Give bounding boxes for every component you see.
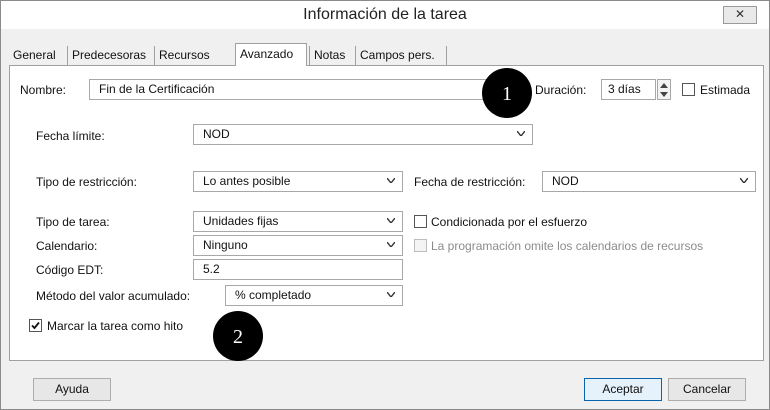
tab-notes[interactable]: Notas [309,46,355,65]
task-type-select[interactable]: Unidades fijas [193,211,403,232]
effort-driven-checkbox[interactable] [414,215,427,228]
earned-value-select[interactable]: % completado [225,285,403,306]
window-title: Información de la tarea [303,6,467,23]
deadline-select[interactable]: NOD [193,124,533,145]
tab-custom-fields[interactable]: Campos pers. [355,46,447,65]
estimated-checkbox[interactable] [682,83,695,96]
ignore-resource-calendars-checkbox [414,239,427,252]
checkmark-icon [31,321,40,330]
advanced-panel: Nombre: Fin de la Certificación Duración… [9,65,764,361]
tab-resources[interactable]: Recursos [154,46,218,65]
callout-marker-1: 1 [482,68,532,118]
name-input[interactable]: Fin de la Certificación [89,79,507,100]
constraint-type-value: Lo antes posible [203,174,291,188]
calendar-select[interactable]: Ninguno [193,235,403,256]
calendar-label: Calendario: [36,239,98,253]
chevron-down-icon [387,292,395,297]
wbs-label: Código EDT: [36,263,104,277]
constraint-type-select[interactable]: Lo antes posible [193,171,403,192]
callout-marker-2: 2 [213,311,263,361]
name-label: Nombre: [20,83,67,97]
duration-input[interactable]: 3 días [601,79,656,100]
tab-general[interactable]: General [9,46,67,65]
tab-predecessors[interactable]: Predecesoras [67,46,154,65]
spin-down-icon[interactable] [660,92,668,97]
chevron-down-icon [387,242,395,247]
chevron-down-icon [387,218,395,223]
milestone-label: Marcar la tarea como hito [47,319,184,333]
wbs-input[interactable]: 5.2 [193,259,403,280]
chevron-down-icon [517,131,525,136]
constraint-date-value: NOD [552,174,579,188]
constraint-type-label: Tipo de restricción: [36,175,137,189]
duration-label: Duración: [535,83,587,97]
tab-advanced[interactable]: Avanzado [235,43,307,66]
milestone-checkbox[interactable] [29,319,42,332]
cancel-button[interactable]: Cancelar [668,378,746,401]
earned-value-label: Método del valor acumulado: [36,289,191,303]
duration-spinner[interactable] [657,79,671,100]
constraint-date-select[interactable]: NOD [542,171,756,192]
close-icon: ✕ [734,7,746,21]
help-button[interactable]: Ayuda [33,378,111,401]
deadline-value: NOD [203,127,230,141]
close-button[interactable]: ✕ [723,6,757,24]
task-information-dialog: Información de la tarea ✕ General Predec… [0,0,770,410]
deadline-label: Fecha límite: [36,129,105,143]
chevron-down-icon [740,178,748,183]
task-type-value: Unidades fijas [203,214,279,228]
earned-value-value: % completado [235,288,312,302]
ok-button[interactable]: Aceptar [584,378,662,401]
calendar-value: Ninguno [203,238,248,252]
ignore-resource-calendars-label: La programación omite los calendarios de… [431,239,704,253]
effort-driven-label: Condicionada por el esfuerzo [431,215,588,229]
chevron-down-icon [387,178,395,183]
constraint-date-label: Fecha de restricción: [414,175,526,189]
estimated-label: Estimada [700,83,751,97]
task-type-label: Tipo de tarea: [36,215,110,229]
spin-up-icon[interactable] [660,83,668,88]
title-bar: Información de la tarea ✕ [1,1,769,29]
